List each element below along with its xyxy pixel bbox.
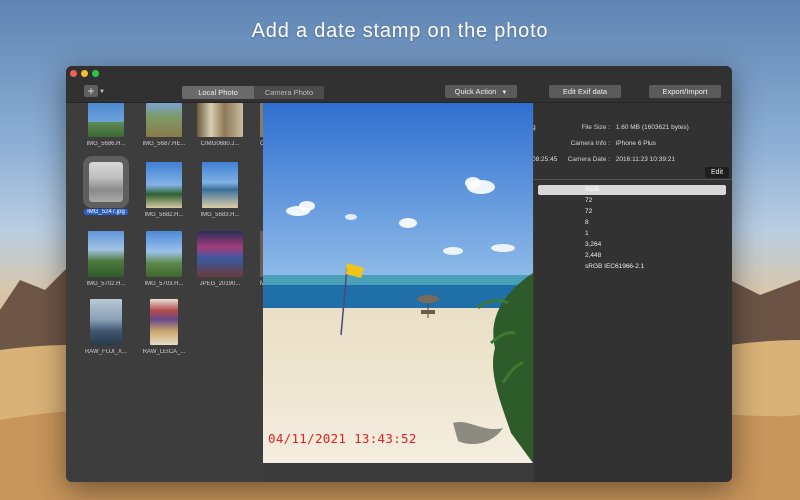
list-item[interactable]: IMG_5703.H... (136, 231, 192, 287)
list-item[interactable]: JPEG_20190... (192, 231, 248, 287)
quick-action-button[interactable]: Quick Action ▼ (445, 85, 517, 98)
exif-value: sRGB IEC61966-2.1 (585, 263, 645, 270)
date-stamp: 04/11/2021 13:43:52 (268, 431, 417, 446)
thumbnail (88, 103, 124, 137)
list-item[interactable]: IMG_5682.H... (136, 162, 192, 218)
thumbnail (83, 156, 129, 208)
tab-local-photo[interactable]: Local Photo (182, 86, 254, 99)
chevron-down-icon[interactable]: ▼ (99, 89, 105, 95)
camera-date-value: 2016:11:23 10:39:21 (615, 156, 675, 163)
list-item[interactable]: RAW_LEICA_... (136, 299, 192, 355)
edit-exif-button[interactable]: Edit Exif data (549, 85, 621, 98)
exif-value: 72 (585, 197, 593, 204)
camera-info-value: iPhone 6 Plus (615, 140, 656, 147)
thumbnail (90, 299, 122, 345)
chevron-down-icon: ▼ (501, 90, 508, 96)
file-name: JPEG_20190... (199, 281, 241, 287)
minimize-button[interactable] (81, 70, 88, 77)
file-name: IMG_5683.H... (200, 212, 240, 218)
file-name: IMG_5247.jpg (84, 209, 128, 215)
divider (534, 179, 732, 180)
file-name: IMG_5686.H... (86, 141, 126, 147)
list-item[interactable]: IMG_5702.H... (78, 231, 134, 287)
thumbnail (197, 103, 243, 137)
camera-info-label: Camera Info : (570, 140, 610, 147)
thumbnail (150, 299, 178, 345)
tab-camera-photo[interactable]: Camera Photo (254, 86, 324, 99)
list-item[interactable]: IMG_5687.HE... (136, 103, 192, 147)
exif-value: 8 (585, 219, 589, 226)
quick-action-label: Quick Action (454, 87, 497, 96)
export-import-button[interactable]: Export/Import (649, 85, 721, 98)
edit-button[interactable]: Edit (705, 167, 729, 178)
thumbnail (146, 103, 182, 137)
file-name: RAW_FUJI_X... (84, 349, 128, 355)
file-name: IMG_5702.H... (86, 281, 126, 287)
file-name: IMG_5682.H... (144, 212, 184, 218)
file-name: IMG_5703.H... (144, 281, 184, 287)
thumbnail (202, 162, 238, 208)
selected-row-highlight[interactable] (538, 185, 726, 195)
thumbnail (146, 162, 182, 208)
camera-date-label: Camera Date : (567, 156, 610, 163)
exif-value: 2,448 (585, 252, 602, 259)
list-item[interactable]: RAW_FUJI_X... (78, 299, 134, 355)
photo-preview (263, 103, 533, 463)
photo-library: IMG_5686.H... IMG_5687.HE... CIMG0680.J.… (66, 103, 266, 482)
zoom-button[interactable] (92, 70, 99, 77)
file-name: RAW_LEICA_... (142, 349, 186, 355)
exif-value: 72 (585, 208, 593, 215)
file-name: IMG_5687.HE... (142, 141, 186, 147)
headline: Add a date stamp on the photo (251, 20, 549, 42)
list-item[interactable]: IMG_5247.jpg (78, 156, 134, 220)
camera-date-row: Camera Date : 2016:11:23 10:39:21 (540, 156, 675, 163)
exif-value: 1 (585, 230, 589, 237)
toolbar: + ▼ Local Photo Camera Photo Quick Actio… (66, 66, 732, 103)
thumbnail (197, 231, 243, 277)
camera-info-row: Camera Info : iPhone 6 Plus (540, 140, 656, 147)
list-item[interactable]: IMG_5686.H... (78, 103, 134, 147)
thumbnail (146, 231, 182, 277)
thumbnail (88, 231, 124, 277)
exif-value: 3,264 (585, 241, 602, 248)
file-size-label: File Size : (581, 124, 610, 131)
plus-icon[interactable]: + (84, 85, 98, 97)
source-tabs: Local Photo Camera Photo (182, 86, 324, 99)
close-button[interactable] (70, 70, 77, 77)
list-item[interactable]: CIMG0680.J... (192, 103, 248, 147)
list-item[interactable]: IMG_5683.H... (192, 162, 248, 218)
exif-value: RGB (585, 186, 600, 193)
file-size-value: 1.60 MB (1603621 bytes) (615, 124, 689, 131)
file-size-row: File Size : 1.60 MB (1603621 bytes) (540, 124, 689, 131)
file-name: CIMG0680.J... (200, 141, 240, 147)
